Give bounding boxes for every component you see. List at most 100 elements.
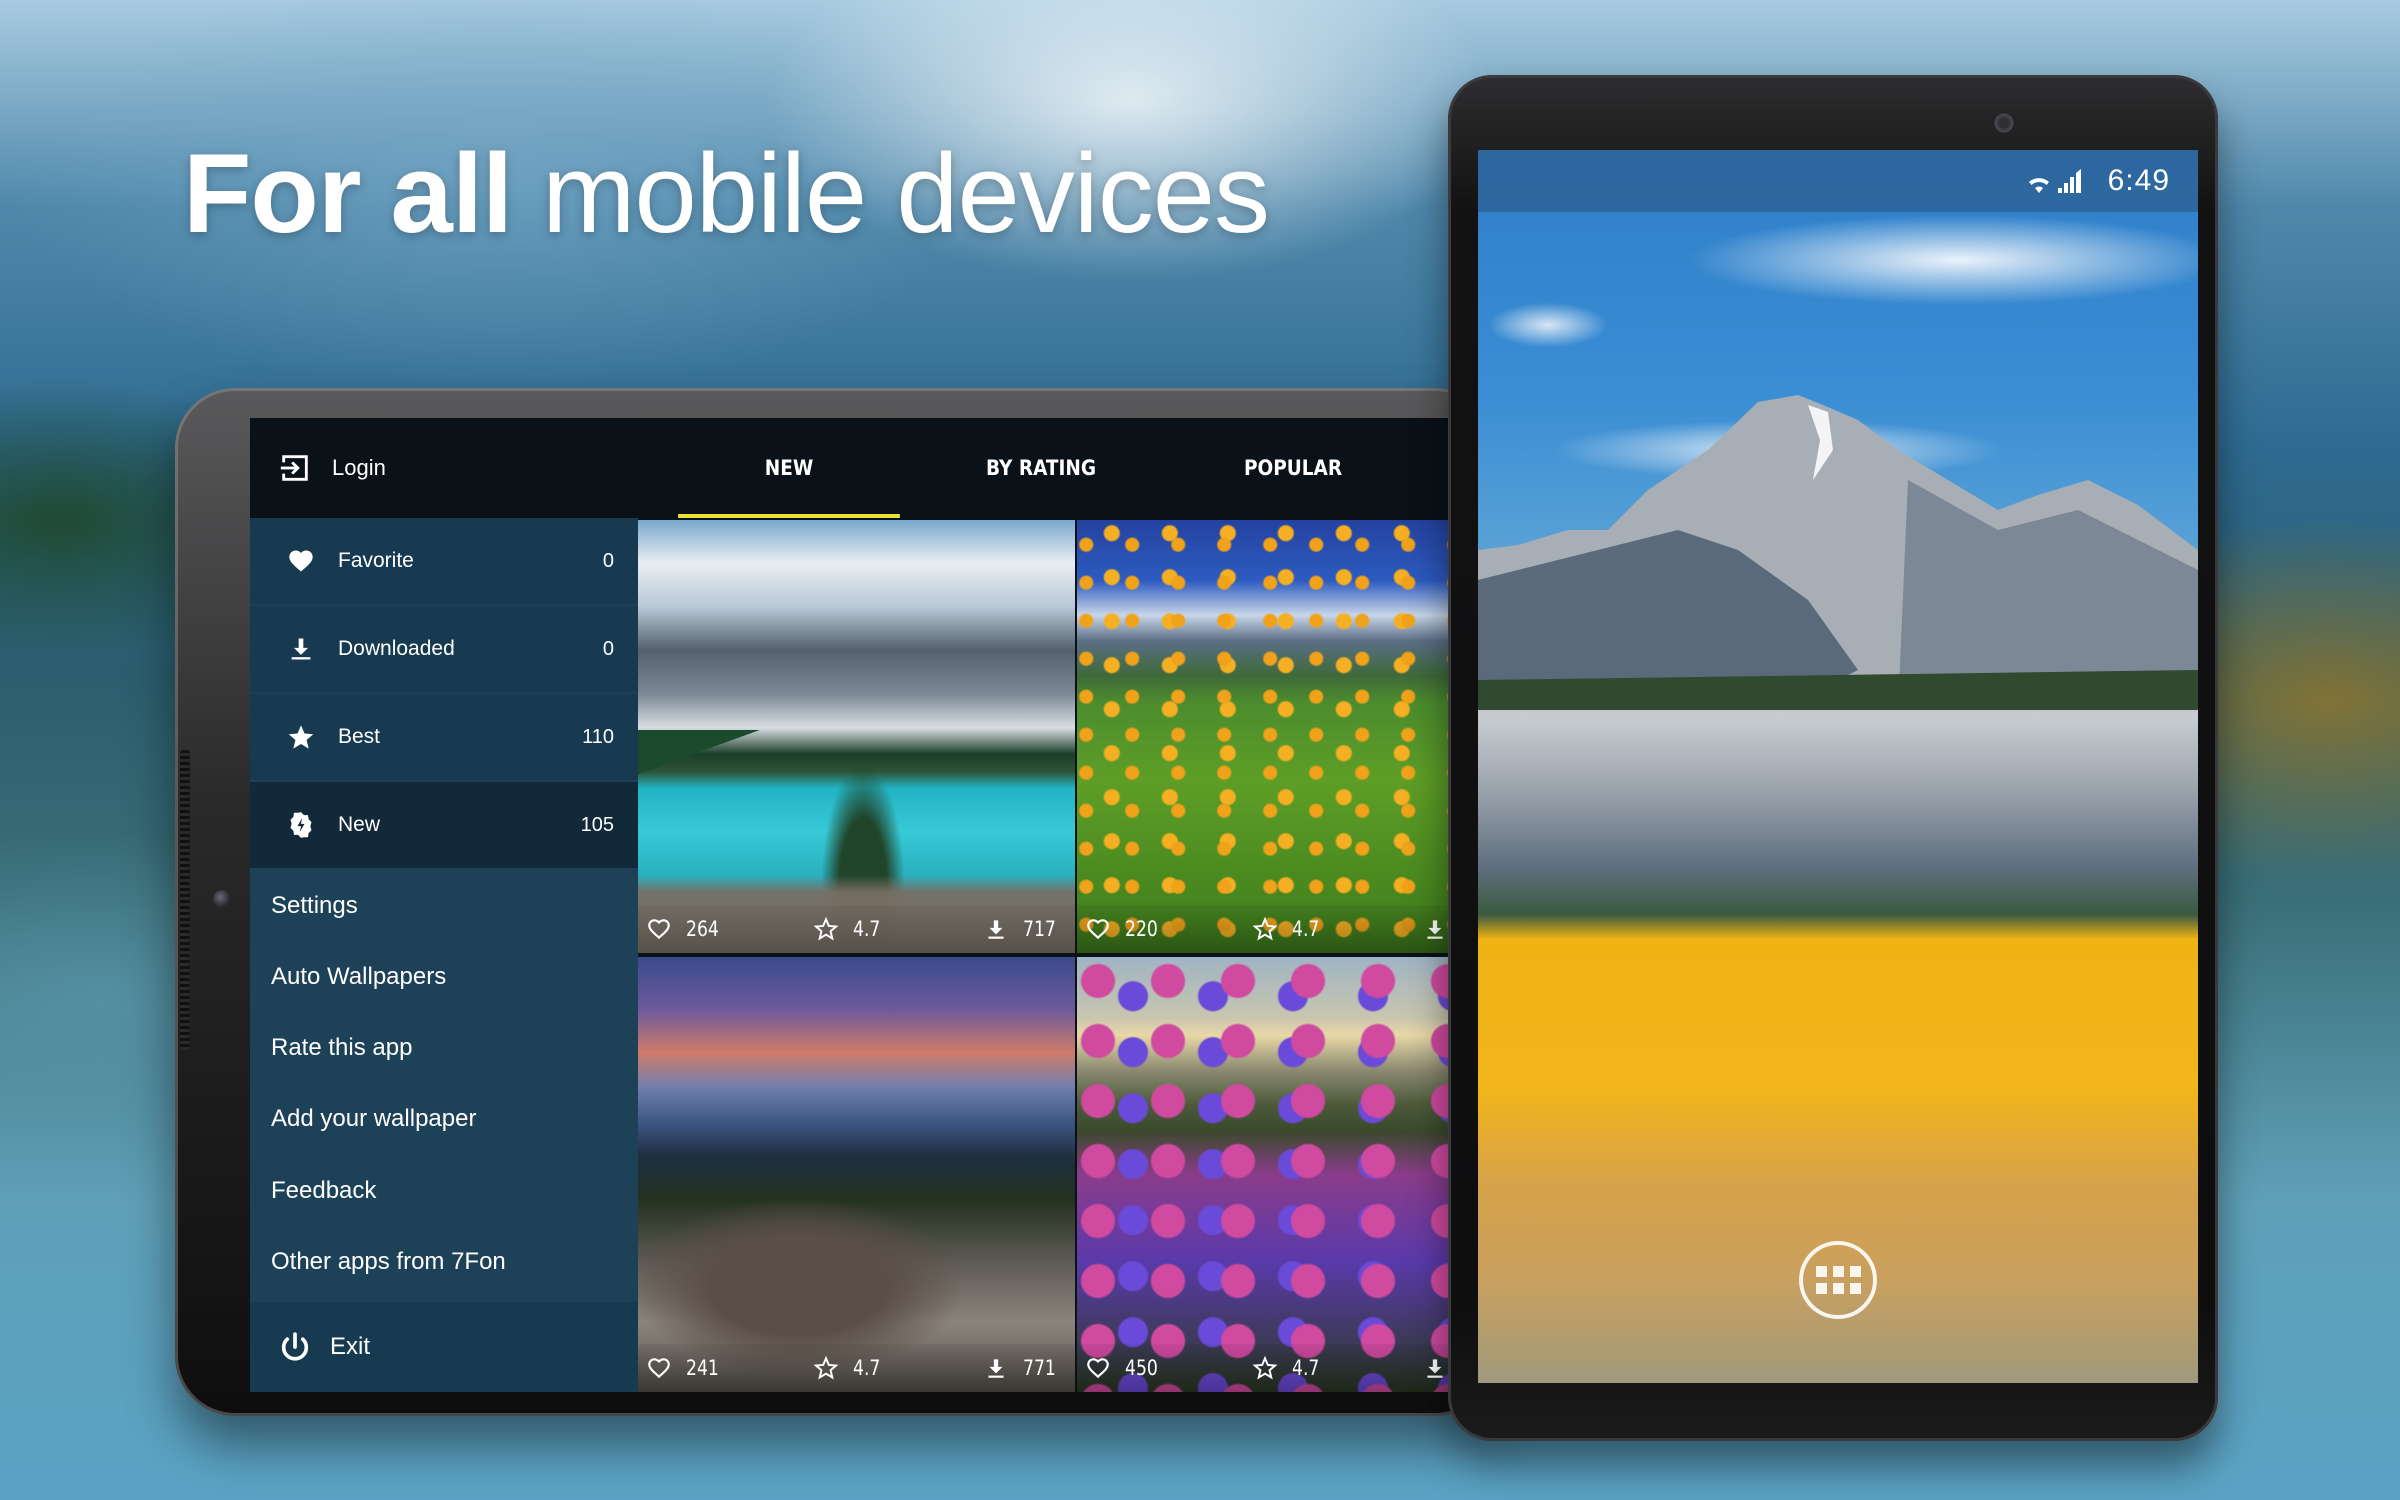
sidebar-item-count: 110 (582, 725, 614, 748)
download-icon (988, 920, 1004, 939)
downloads-stat[interactable]: 771 (983, 1354, 1063, 1382)
app-drawer-icon (1815, 1266, 1827, 1277)
menu-label: Settings (271, 891, 358, 919)
rating-stat: 4.7 (1252, 915, 1325, 943)
menu-rate-app[interactable]: Rate this app (250, 1012, 638, 1083)
wallpaper-tile[interactable]: 220 4.7 (1077, 520, 1448, 953)
heart-icon (286, 546, 316, 576)
phone-screen: 6:49 (1478, 150, 2198, 1383)
sidebar-item-favorite[interactable]: Favorite 0 (250, 518, 638, 606)
exit-button[interactable]: Exit (250, 1302, 638, 1392)
menu-feedback[interactable]: Feedback (250, 1155, 638, 1226)
tablet-screen: Login NEW BY RATING POPULAR Favorite 0 D… (250, 418, 1448, 1392)
sidebar-item-count: 0 (602, 549, 614, 572)
star-icon (286, 722, 316, 752)
new-badge-icon (286, 810, 316, 840)
exit-label: Exit (330, 1333, 371, 1360)
menu-settings[interactable]: Settings (250, 870, 638, 941)
downloads-count: 771 (1023, 1356, 1056, 1380)
power-icon (281, 1332, 309, 1361)
menu-label: Other apps from 7Fon (271, 1247, 506, 1275)
mountain-wallpaper (1478, 395, 2198, 710)
sidebar-item-count: 105 (580, 813, 614, 836)
downloads-stat[interactable]: 717 (983, 915, 1063, 943)
login-icon (280, 455, 308, 481)
heart-outline-icon (648, 919, 670, 940)
star-outline-icon (1252, 1355, 1278, 1380)
rating-value: 4.7 (1292, 917, 1320, 941)
heart-outline-icon (1087, 1358, 1109, 1379)
downloads-stat[interactable] (1422, 915, 1448, 943)
downloads-count: 717 (1023, 917, 1056, 941)
wallpaper-tile[interactable]: 241 4.7 771 (638, 957, 1075, 1392)
sidebar-item-label: Downloaded (338, 637, 455, 660)
heart-outline-icon (648, 1358, 670, 1379)
app-drawer-dot (1832, 1266, 1844, 1277)
sidebar-item-new[interactable]: New 105 (250, 782, 638, 870)
app-drawer-dot (1815, 1283, 1827, 1294)
rating-value: 4.7 (1292, 1356, 1320, 1380)
wallpaper-tile[interactable]: 264 4.7 717 (638, 520, 1075, 953)
star-outline-icon (1252, 916, 1278, 941)
wallpaper-tile[interactable]: 450 4.7 (1077, 957, 1448, 1392)
likes-stat[interactable]: 241 (646, 1354, 726, 1382)
sidebar-item-label: Best (338, 725, 381, 748)
likes-count: 264 (686, 917, 719, 941)
rating-stat: 4.7 (813, 1354, 886, 1382)
tablet-camera (213, 890, 231, 908)
status-icons (2026, 167, 2084, 195)
menu-label: Rate this app (271, 1033, 413, 1061)
tab-new-label: NEW (764, 456, 814, 480)
headline-light: mobile devices (512, 131, 1270, 256)
menu-label: Auto Wallpapers (271, 962, 447, 990)
heart-outline-icon (1087, 919, 1109, 940)
tab-new[interactable]: NEW (678, 418, 900, 518)
tab-popular[interactable]: POPULAR (1182, 418, 1404, 518)
likes-stat[interactable]: 450 (1085, 1354, 1165, 1382)
download-icon (1427, 1359, 1443, 1378)
likes-stat[interactable]: 264 (646, 915, 726, 943)
headline-bold: For all (183, 131, 513, 256)
app-drawer-dot (1849, 1266, 1861, 1277)
menu-label: Feedback (271, 1176, 377, 1204)
menu-add-wallpaper[interactable]: Add your wallpaper (250, 1083, 638, 1154)
app-drawer-button[interactable] (1799, 1241, 1877, 1319)
likes-stat[interactable]: 220 (1085, 915, 1165, 943)
app-header: Login NEW BY RATING POPULAR (250, 418, 1448, 518)
star-outline-icon (813, 1355, 839, 1380)
likes-count: 220 (1125, 917, 1158, 941)
phone-camera (1993, 112, 2015, 134)
tile-stats: 450 4.7 (1077, 1344, 1448, 1392)
menu-auto-wallpapers[interactable]: Auto Wallpapers (250, 941, 638, 1012)
wifi-icon (2028, 178, 2049, 193)
app-drawer-dot (1832, 1283, 1844, 1294)
star-outline-icon (813, 916, 839, 941)
likes-count: 241 (686, 1356, 719, 1380)
sidebar-item-label: New (338, 813, 381, 836)
clock: 6:49 (2107, 164, 2170, 197)
app-drawer-dot (1849, 1283, 1861, 1294)
likes-count: 450 (1125, 1356, 1158, 1380)
tab-by-rating[interactable]: BY RATING (930, 418, 1152, 518)
tab-popular-label: POPULAR (1243, 456, 1343, 480)
sidebar-item-label: Favorite (338, 549, 414, 572)
downloads-stat[interactable] (1422, 1354, 1448, 1382)
navigation-drawer: Favorite 0 Downloaded 0 Best 110 New 105… (250, 518, 638, 1392)
download-icon (988, 1359, 1004, 1378)
tile-stats: 241 4.7 771 (638, 1344, 1075, 1392)
rating-value: 4.7 (853, 1356, 881, 1380)
headline: For all mobile devices (183, 138, 1270, 250)
sidebar-item-best[interactable]: Best 110 (250, 694, 638, 782)
download-icon (286, 634, 316, 664)
tab-bar: NEW BY RATING POPULAR (663, 418, 1423, 518)
tab-by-rating-label: BY RATING (985, 456, 1097, 480)
menu-other-apps[interactable]: Other apps from 7Fon (250, 1226, 638, 1297)
tablet-speaker-grill (180, 750, 190, 1050)
sidebar-item-count: 0 (602, 637, 614, 660)
login-button[interactable]: Login (250, 418, 638, 518)
rating-stat: 4.7 (1252, 1354, 1325, 1382)
tile-stats: 264 4.7 717 (638, 905, 1075, 953)
signal-icon (2057, 169, 2081, 193)
sidebar-item-downloaded[interactable]: Downloaded 0 (250, 606, 638, 694)
menu-label: Add your wallpaper (271, 1104, 477, 1132)
